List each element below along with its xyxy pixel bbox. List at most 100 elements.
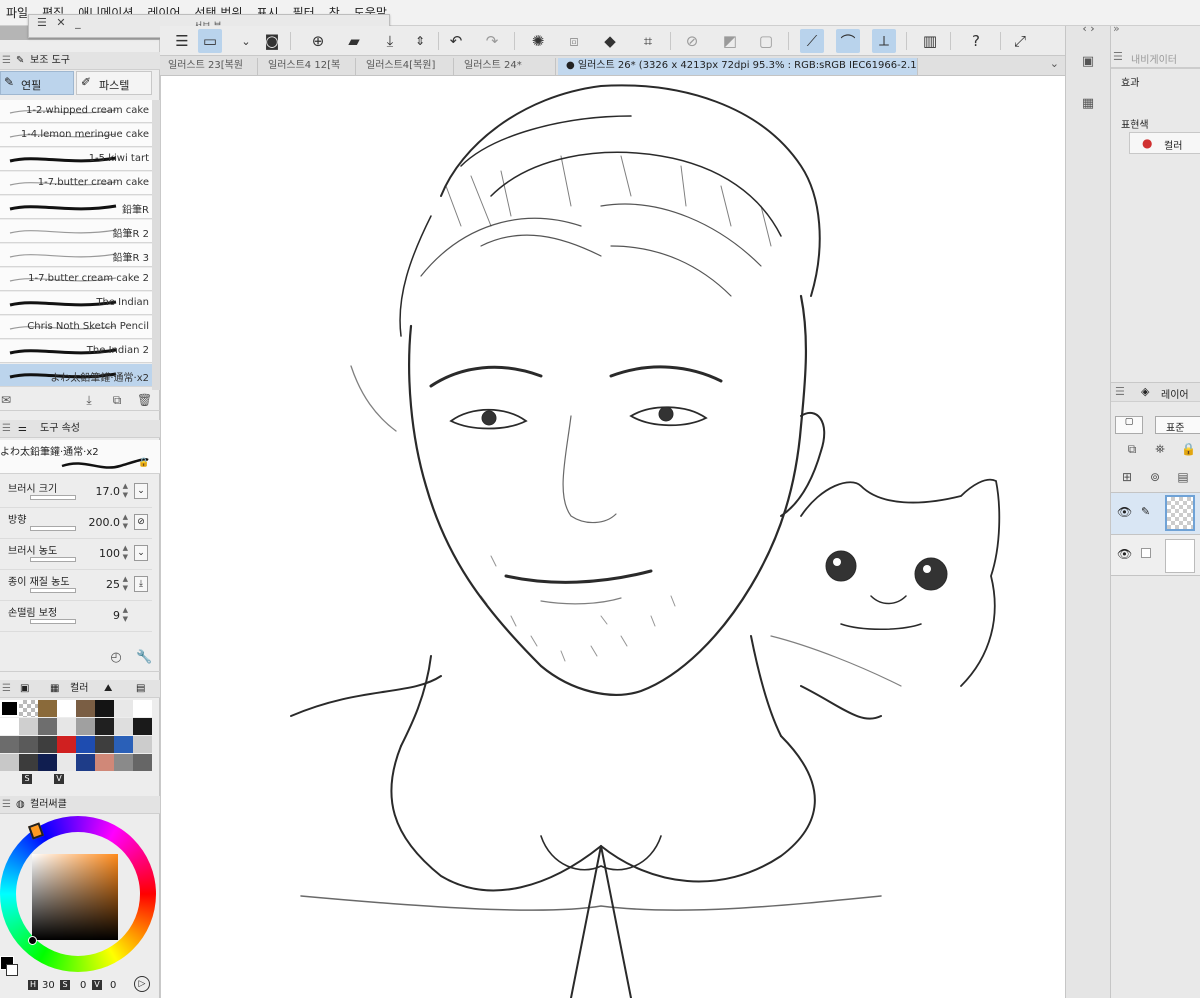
color-swatch[interactable] [19, 700, 38, 717]
crop-icon[interactable]: ⌗ [636, 29, 660, 53]
document-tab[interactable]: 일러스트 24* [456, 58, 556, 75]
blend-square-icon[interactable]: ▢ [1115, 416, 1143, 434]
brush-item[interactable]: 鉛筆R 2 [0, 220, 152, 243]
transform-icon[interactable]: ⧈ [562, 29, 586, 53]
color-swatch[interactable] [114, 700, 133, 717]
brush-item[interactable]: 鉛筆R 3 [0, 244, 152, 267]
sv-marker[interactable] [28, 936, 37, 945]
snap-special-ruler-icon[interactable]: ⌒ [836, 29, 860, 53]
brush-item[interactable]: The Indian 2 [0, 340, 152, 363]
document-tab[interactable]: 일러스트4 12[복 [260, 58, 356, 75]
brush-item[interactable]: 1-7.butter cream cake 2 [0, 268, 152, 291]
color-swatch[interactable] [76, 700, 95, 717]
up-down-icon[interactable]: ⇕ [408, 29, 432, 53]
property-slider[interactable] [30, 588, 76, 593]
clear-selection-icon[interactable]: ⊘ [680, 29, 704, 53]
color-swatch[interactable] [95, 700, 114, 717]
redo-icon[interactable]: ↷ [480, 29, 504, 53]
navigator-icon[interactable]: ▣ [1080, 54, 1096, 69]
brush-item[interactable]: The Indian [0, 292, 152, 315]
selection-border-icon[interactable]: ▢ [754, 29, 778, 53]
delete-icon[interactable]: 🗑 [137, 393, 152, 407]
copy-subtool-icon[interactable]: ⧉ [110, 393, 124, 408]
camera-icon[interactable]: ◙ [260, 29, 284, 53]
sub-color-swatch[interactable] [6, 964, 18, 976]
lock-layer-icon[interactable]: 🔒 [1181, 442, 1196, 456]
import-icon[interactable]: ⤓ [82, 393, 96, 408]
spinner-icon[interactable]: ▲ ▼ [123, 606, 128, 624]
document-tab[interactable]: 일러스트 23[복원 [160, 58, 258, 75]
color-swatch[interactable] [57, 718, 76, 735]
pressure-icon[interactable]: ⤓ [134, 576, 148, 592]
document-tab[interactable]: ● 일러스트 26* (3326 x 4213px 72dpi 95.3% : … [558, 58, 918, 75]
spinner-icon[interactable]: ▲ ▼ [123, 575, 128, 593]
brush-item[interactable]: 鉛筆R [0, 196, 152, 219]
property-value[interactable]: 9 [113, 609, 120, 622]
brush-item[interactable]: 1-7.butter cream cake [0, 172, 152, 195]
color-swatch[interactable] [114, 736, 133, 753]
property-value[interactable]: 100 [99, 547, 120, 560]
undo-icon[interactable]: ↶ [444, 29, 468, 53]
tab-pastel[interactable]: ✐ 파스텔 [76, 71, 152, 95]
brush-item[interactable]: よわ太鉛筆鑵·通常·x2 [0, 364, 152, 387]
main-sub-color[interactable] [0, 956, 18, 978]
color-swatch[interactable] [0, 700, 19, 717]
s-button[interactable]: S [22, 774, 32, 784]
fill-icon[interactable]: ◆ [598, 29, 622, 53]
color-swatch[interactable] [95, 754, 114, 771]
eye-icon[interactable]: 👁 [1117, 547, 1132, 561]
color-swatch[interactable] [76, 718, 95, 735]
color-swatch[interactable] [114, 718, 133, 735]
color-swatch[interactable] [57, 736, 76, 753]
spinner-icon[interactable]: ▲ ▼ [123, 513, 128, 531]
invert-selection-icon[interactable]: ◩ [718, 29, 742, 53]
new-folder-icon[interactable]: ▤ [1175, 470, 1191, 484]
color-swatch[interactable] [38, 736, 57, 753]
snap-grid-icon[interactable]: ⟂ [872, 29, 896, 53]
color-swatch[interactable] [19, 718, 38, 735]
color-swatch[interactable] [0, 736, 19, 753]
color-circle[interactable] [0, 816, 160, 976]
pressure-icon[interactable]: ⊘ [134, 514, 148, 530]
mountain-icon[interactable]: ⛰ [104, 680, 112, 698]
canvas[interactable] [160, 76, 1065, 998]
fullscreen-icon[interactable]: ⤢ [1008, 29, 1032, 53]
color-swatch[interactable] [133, 736, 152, 753]
property-slider[interactable] [30, 619, 76, 624]
color-swatch[interactable] [19, 736, 38, 753]
menu-item[interactable]: 파일 [6, 4, 28, 21]
color-swatch[interactable] [95, 718, 114, 735]
panel-menu-icon[interactable]: ☰ [1115, 385, 1125, 398]
new-vector-layer-icon[interactable]: ⊚ [1147, 470, 1163, 484]
color-swatch[interactable] [133, 754, 152, 771]
device-icon[interactable]: ▥ [918, 29, 942, 53]
subview-controls[interactable]: ☰ ✕ _ [37, 16, 84, 29]
property-value[interactable]: 25 [106, 578, 120, 591]
wrench-icon[interactable]: 🔧 [136, 650, 152, 665]
layer-property-icon[interactable]: ▦ [1080, 96, 1096, 111]
brush-item[interactable]: 1-4.lemon meringue cake [0, 124, 152, 147]
property-slider[interactable] [30, 526, 76, 531]
color-swatch[interactable] [114, 754, 133, 771]
color-slider-icon[interactable]: ▣ [20, 680, 29, 698]
panel-menu-icon[interactable]: ☰ [2, 680, 11, 698]
color-set-icon[interactable]: ▦ [50, 680, 59, 698]
color-swatch[interactable] [0, 718, 19, 735]
clock-icon[interactable]: ◴ [108, 650, 124, 665]
property-slider[interactable] [30, 495, 76, 500]
folder-icon[interactable]: ▰ [342, 29, 366, 53]
tab-pencil[interactable]: ✎ 연필 [0, 71, 74, 95]
add-layer-icon[interactable]: ⊕ [306, 29, 330, 53]
chevron-down-icon[interactable]: ⌄ [234, 29, 258, 53]
color-swatch[interactable] [0, 754, 19, 771]
color-swatch[interactable] [38, 700, 57, 717]
lighthouse-icon[interactable]: ⛯ [1153, 442, 1167, 457]
panel-menu-icon[interactable]: ☰ [1113, 50, 1123, 63]
clip-layer-icon[interactable]: ⧉ [1125, 442, 1139, 457]
play-icon[interactable]: ▷ [134, 976, 150, 992]
brush-item[interactable]: Chris Noth Sketch Pencil [0, 316, 152, 339]
spinner-icon[interactable]: ▲ ▼ [123, 544, 128, 562]
color-mode-button[interactable]: ● 컬러 [1129, 132, 1200, 154]
subtool-settings-icon[interactable]: ✉ [0, 393, 12, 407]
color-swatch[interactable] [19, 754, 38, 771]
